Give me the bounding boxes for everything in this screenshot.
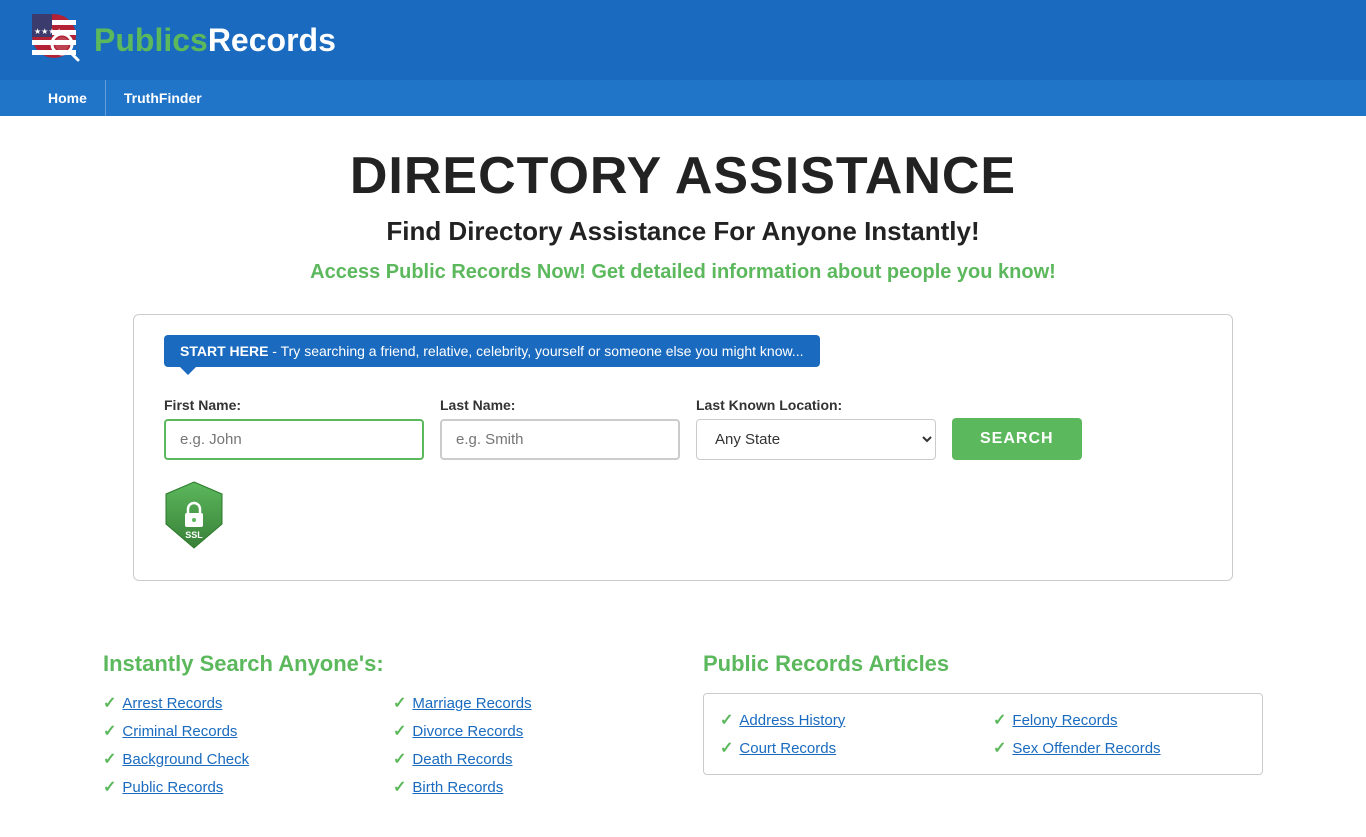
- check-icon: ✓: [393, 721, 406, 741]
- sex-offender-records-link[interactable]: Sex Offender Records: [1012, 740, 1160, 757]
- ssl-shield-container: SSL: [164, 480, 224, 550]
- check-icon: ✓: [720, 710, 733, 730]
- check-icon: ✓: [103, 693, 116, 713]
- svg-text:SSL: SSL: [185, 530, 203, 540]
- record-list: ✓ Arrest Records ✓ Marriage Records ✓ Cr…: [103, 693, 663, 797]
- first-name-label: First Name:: [164, 397, 424, 413]
- articles-box: ✓ Address History ✓ Felony Records ✓ Cou…: [703, 693, 1263, 775]
- check-icon: ✓: [393, 749, 406, 769]
- check-icon: ✓: [393, 777, 406, 797]
- marriage-records-link[interactable]: Marriage Records: [412, 695, 531, 712]
- check-icon: ✓: [393, 693, 406, 713]
- list-item: ✓ Background Check: [103, 749, 373, 769]
- bottom-section: Instantly Search Anyone's: ✓ Arrest Reco…: [83, 651, 1283, 837]
- list-item: ✓ Divorce Records: [393, 721, 663, 741]
- instantly-section: Instantly Search Anyone's: ✓ Arrest Reco…: [103, 651, 663, 797]
- background-check-link[interactable]: Background Check: [122, 751, 249, 768]
- search-button[interactable]: SEARCH: [952, 418, 1082, 460]
- list-item: ✓ Birth Records: [393, 777, 663, 797]
- start-banner: START HERE - Try searching a friend, rel…: [164, 335, 820, 367]
- start-banner-text: - Try searching a friend, relative, cele…: [268, 343, 803, 359]
- list-item: ✓ Criminal Records: [103, 721, 373, 741]
- criminal-records-link[interactable]: Criminal Records: [122, 723, 237, 740]
- ssl-shield-icon: SSL: [164, 480, 224, 550]
- articles-title: Public Records Articles: [703, 651, 1263, 677]
- list-item: ✓ Death Records: [393, 749, 663, 769]
- birth-records-link[interactable]: Birth Records: [412, 779, 503, 796]
- page-subtitle: Find Directory Assistance For Anyone Ins…: [103, 216, 1263, 247]
- first-name-input[interactable]: [164, 419, 424, 460]
- list-item: ✓ Arrest Records: [103, 693, 373, 713]
- last-name-group: Last Name:: [440, 397, 680, 460]
- nav-home[interactable]: Home: [30, 80, 105, 116]
- navigation: Home TruthFinder: [0, 80, 1366, 116]
- location-group: Last Known Location: Any State Alabama A…: [696, 397, 936, 460]
- arrest-records-link[interactable]: Arrest Records: [122, 695, 222, 712]
- form-row: First Name: Last Name: Last Known Locati…: [164, 397, 1202, 460]
- ssl-badge: SSL: [164, 480, 1202, 550]
- articles-section: Public Records Articles ✓ Address Histor…: [703, 651, 1263, 775]
- divorce-records-link[interactable]: Divorce Records: [412, 723, 523, 740]
- search-box: START HERE - Try searching a friend, rel…: [133, 314, 1233, 581]
- nav-truthfinder[interactable]: TruthFinder: [106, 80, 220, 116]
- article-item: ✓ Court Records: [720, 738, 973, 758]
- check-icon: ✓: [103, 721, 116, 741]
- start-banner-label: START HERE: [180, 343, 268, 359]
- felony-records-link[interactable]: Felony Records: [1012, 712, 1117, 729]
- state-select[interactable]: Any State Alabama Alaska Arizona Arkansa…: [696, 419, 936, 460]
- article-item: ✓ Felony Records: [993, 710, 1246, 730]
- logo-icon: ★★★★: [30, 12, 86, 68]
- last-name-input[interactable]: [440, 419, 680, 460]
- article-item: ✓ Sex Offender Records: [993, 738, 1246, 758]
- first-name-group: First Name:: [164, 397, 424, 460]
- main-content: DIRECTORY ASSISTANCE Find Directory Assi…: [83, 116, 1283, 651]
- header: ★★★★ PublicsRecords: [0, 0, 1366, 80]
- page-title: DIRECTORY ASSISTANCE: [103, 146, 1263, 206]
- instantly-title: Instantly Search Anyone's:: [103, 651, 663, 677]
- article-item: ✓ Address History: [720, 710, 973, 730]
- court-records-link[interactable]: Court Records: [739, 740, 836, 757]
- list-item: ✓ Public Records: [103, 777, 373, 797]
- check-icon: ✓: [993, 710, 1006, 730]
- public-records-link[interactable]: Public Records: [122, 779, 223, 796]
- logo[interactable]: ★★★★ PublicsRecords: [30, 12, 336, 68]
- check-icon: ✓: [103, 777, 116, 797]
- list-item: ✓ Marriage Records: [393, 693, 663, 713]
- address-history-link[interactable]: Address History: [739, 712, 845, 729]
- check-icon: ✓: [103, 749, 116, 769]
- location-label: Last Known Location:: [696, 397, 936, 413]
- check-icon: ✓: [993, 738, 1006, 758]
- check-icon: ✓: [720, 738, 733, 758]
- logo-text: PublicsRecords: [94, 22, 336, 59]
- articles-grid: ✓ Address History ✓ Felony Records ✓ Cou…: [720, 710, 1246, 758]
- death-records-link[interactable]: Death Records: [412, 751, 512, 768]
- page-accent: Access Public Records Now! Get detailed …: [103, 261, 1263, 284]
- last-name-label: Last Name:: [440, 397, 680, 413]
